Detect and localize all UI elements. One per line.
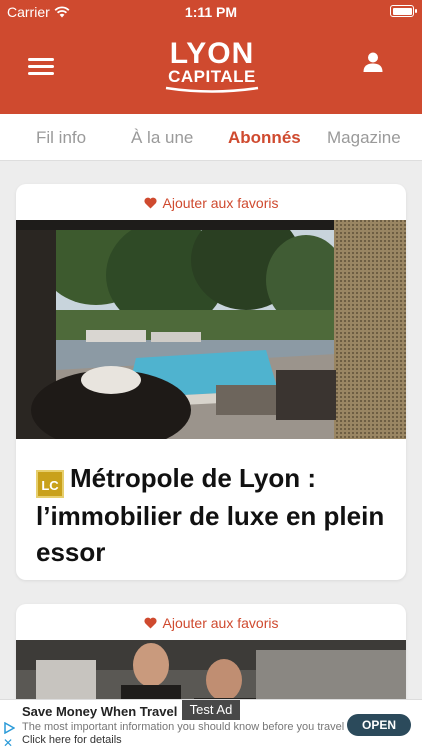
article-image[interactable]: [16, 220, 406, 439]
add-to-favorites-button[interactable]: Ajouter aux favoris: [16, 615, 406, 631]
tab-fil-info[interactable]: Fil info: [36, 128, 86, 148]
favorite-label: Ajouter aux favoris: [162, 195, 279, 211]
brand-logo[interactable]: LYON CAPITALE: [156, 37, 268, 96]
logo-line-2: CAPITALE: [168, 67, 256, 86]
user-icon[interactable]: [362, 51, 384, 73]
lc-badge: LC: [36, 470, 64, 498]
logo-swoosh-icon: [165, 86, 259, 93]
tab-abonnes[interactable]: Abonnés: [228, 128, 301, 148]
app-header: Carrier 1:11 PM LYON CAPITALE: [0, 0, 422, 114]
ad-open-button[interactable]: OPEN: [347, 714, 411, 736]
heart-icon: [143, 617, 157, 629]
tab-a-la-une[interactable]: À la une: [131, 128, 193, 148]
article-card[interactable]: Ajouter aux favoris: [16, 184, 406, 580]
status-time: 1:11 PM: [184, 4, 238, 20]
favorite-label: Ajouter aux favoris: [162, 615, 279, 631]
status-bar: Carrier 1:11 PM: [0, 0, 422, 24]
tab-magazine[interactable]: Magazine: [327, 128, 401, 148]
pool-terrace-photo: [16, 220, 406, 439]
article-title-text: Métropole de Lyon : l’immobilier de luxe…: [36, 463, 385, 567]
heart-icon: [143, 197, 157, 209]
hamburger-menu-icon[interactable]: [28, 58, 56, 78]
section-tabs: Fil info À la une Abonnés Magazine: [0, 114, 422, 161]
ad-link[interactable]: Click here for details: [22, 734, 122, 746]
ad-play-icon: [4, 722, 15, 734]
article-title[interactable]: LC Métropole de Lyon : l’immobilier de lu…: [36, 460, 388, 570]
test-ad-badge: Test Ad: [182, 700, 240, 720]
add-to-favorites-button[interactable]: Ajouter aux favoris: [16, 195, 406, 211]
ad-title: Save Money When Travel: [22, 704, 178, 719]
ad-banner[interactable]: ✕ Save Money When Travel The most import…: [0, 699, 422, 750]
battery-icon: [390, 5, 417, 17]
ad-description: The most important information you shoul…: [22, 721, 345, 733]
logo-line-1: LYON: [169, 37, 255, 70]
close-icon[interactable]: ✕: [3, 736, 13, 750]
